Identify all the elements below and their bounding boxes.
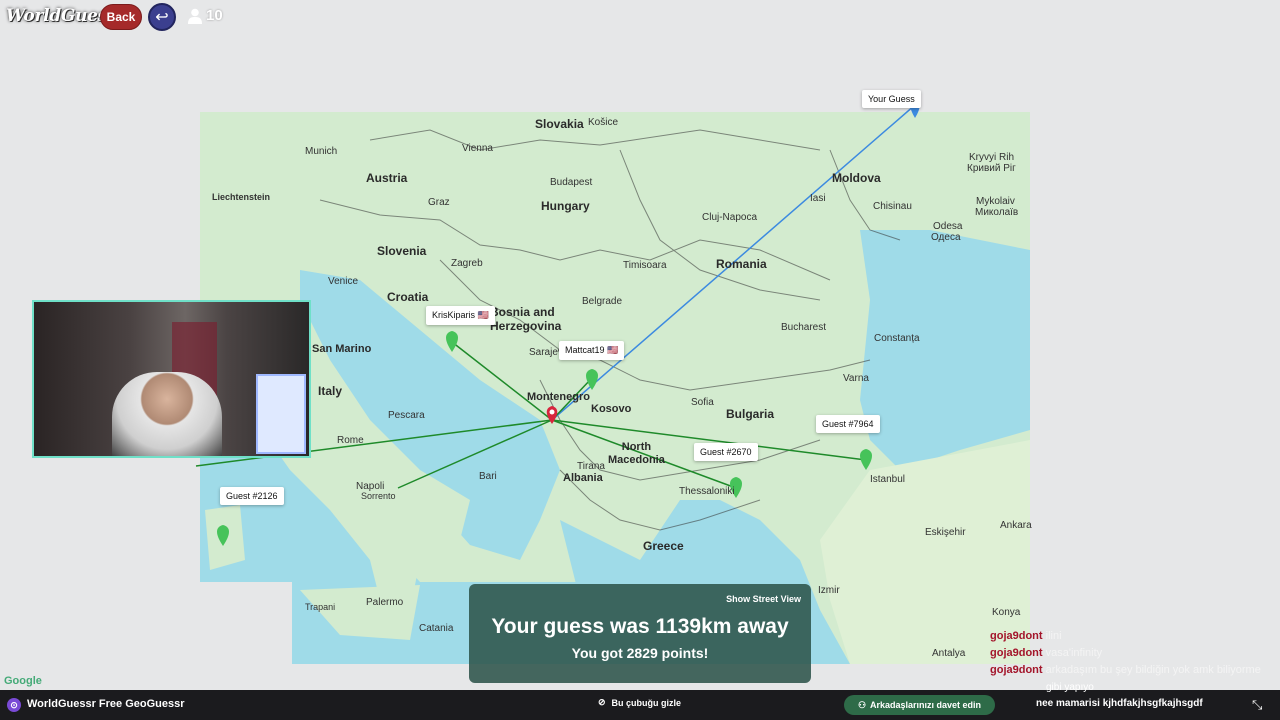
- place-label: Konya: [992, 607, 1021, 618]
- place-label: Izmir: [818, 585, 840, 596]
- place-label: Trapani: [305, 602, 336, 612]
- country-label: Austria: [366, 171, 408, 185]
- place-label: Tirana: [577, 461, 605, 472]
- user-plus-icon: ⚇: [857, 699, 867, 710]
- chat-username: goja9dont: [990, 630, 1043, 642]
- country-label: Bulgaria: [726, 407, 775, 421]
- place-label: Iasi: [810, 193, 826, 204]
- chat-text: arkadaşım bu şey bildiğin yok amk biliyo…: [1045, 664, 1261, 676]
- chat-message: goja9dont vasa'infinity: [990, 647, 1280, 664]
- place-label: Istanbul: [870, 474, 906, 485]
- country-label: San Marino: [312, 343, 372, 355]
- place-label: Thessaloniki: [679, 486, 735, 497]
- chat-overflow-line: nee mamarisi kjhdfakjhsgfkajhsgdf: [1036, 698, 1203, 709]
- guess-tag-mattcat19: Mattcat19 🇺🇸: [559, 341, 625, 360]
- country-label: Slovenia: [377, 244, 427, 258]
- webcam-overlay: [32, 300, 311, 458]
- place-label: Bucharest: [781, 322, 827, 333]
- place-label: Mykolaiv: [976, 196, 1015, 207]
- place-label: Eskişehir: [925, 527, 966, 538]
- invite-label: Arkadaşlarınızı davet edin: [870, 700, 982, 710]
- chat-username: goja9dont: [990, 647, 1043, 659]
- invite-friends-button[interactable]: ⚇ Arkadaşlarınızı davet edin: [844, 695, 995, 715]
- place-label: Chisinau: [873, 201, 912, 212]
- place-label: Миколаїв: [975, 207, 1019, 218]
- player-count-value: 10: [206, 7, 223, 24]
- bottom-title: WorldGuessr Free GeoGuessr: [27, 698, 185, 710]
- place-label: Venice: [328, 276, 359, 287]
- place-label: Одеса: [931, 232, 961, 243]
- app-icon: ⊙: [7, 698, 21, 712]
- webcam-person: [112, 372, 222, 456]
- fullscreen-icon[interactable]: ⤡: [1252, 697, 1262, 713]
- place-label: Constanța: [874, 333, 920, 344]
- chat-text: vasa'infinity: [1045, 647, 1103, 659]
- country-label: Bosnia and Herzegovina: [490, 305, 562, 333]
- hide-bar-label: Bu çubuğu gizle: [611, 697, 682, 708]
- undo-button[interactable]: ↩: [148, 3, 176, 31]
- place-label: Palermo: [366, 597, 404, 608]
- place-label: Cluj-Napoca: [702, 212, 758, 223]
- place-label: Liechtenstein: [212, 192, 271, 202]
- place-label: Zagreb: [451, 258, 483, 269]
- country-label: Romania: [716, 257, 767, 271]
- place-label: Rome: [337, 435, 364, 446]
- country-label: Italy: [318, 384, 343, 398]
- points-text: You got 2829 points!: [571, 645, 709, 661]
- place-label: Antalya: [932, 648, 966, 659]
- place-label: Košice: [588, 117, 619, 128]
- country-label: Montenegro: [527, 391, 590, 403]
- chat-username: goja9dont: [990, 664, 1043, 676]
- user-icon: [188, 8, 202, 24]
- place-label: Budapest: [550, 177, 593, 188]
- your-guess-tag: Your Guess: [862, 90, 921, 108]
- hide-bar-button[interactable]: ⊘ Bu çubuğu gizle: [598, 697, 681, 708]
- chat-message: goja9dont arkadaşım bu şey bildiğin yok …: [990, 664, 1280, 681]
- country-label: Greece: [643, 539, 684, 553]
- guess-tag-guest-2126: Guest #2126: [220, 487, 284, 505]
- country-label: Kosovo: [591, 403, 632, 415]
- result-panel: Show Street View Your guess was 1139km a…: [469, 584, 811, 683]
- country-label: Albania: [563, 472, 603, 484]
- chat-overlay: goja9dont ilini goja9dont vasa'infinity …: [990, 630, 1280, 681]
- place-label: Ankara: [1000, 520, 1032, 531]
- country-label: Slovakia: [535, 117, 584, 131]
- place-label: Odesa: [933, 221, 963, 232]
- show-street-view-button[interactable]: Show Street View: [726, 594, 801, 604]
- place-label: Belgrade: [582, 296, 623, 307]
- country-label: Croatia: [387, 290, 429, 304]
- chat-overflow-line: gibi yapıyo: [1046, 682, 1094, 693]
- back-button[interactable]: Back: [100, 4, 142, 30]
- guess-tag-guest-2670: Guest #2670: [694, 443, 758, 461]
- place-label: Varna: [843, 373, 869, 384]
- player-count: 10: [188, 7, 223, 24]
- guess-tag-kriskiparis: KrisKiparis 🇺🇸: [426, 306, 495, 325]
- bottom-bar: ⊙ WorldGuessr Free GeoGuessr ⊘ Bu çubuğu…: [0, 682, 1280, 720]
- distance-headline: Your guess was 1139km away: [491, 615, 789, 638]
- place-label: Sofia: [691, 397, 714, 408]
- place-label: Sorrento: [361, 491, 396, 501]
- country-label: North Macedonia: [608, 441, 665, 466]
- country-label: Hungary: [541, 199, 590, 213]
- chat-message: goja9dont ilini: [990, 630, 1280, 647]
- place-label: Bari: [479, 471, 497, 482]
- place-label: Munich: [305, 146, 338, 157]
- google-attribution: Google: [4, 675, 42, 687]
- chat-text: ilini: [1045, 630, 1062, 642]
- eye-off-icon: ⊘: [598, 697, 606, 707]
- top-bar: WorldGuessr Back ↩ 10: [0, 0, 1280, 36]
- place-label: Graz: [428, 197, 450, 208]
- place-label: Catania: [419, 623, 454, 634]
- webcam-pc: [256, 374, 306, 454]
- guess-tag-guest-7964: Guest #7964: [816, 415, 880, 433]
- place-label: Pescara: [388, 410, 425, 421]
- place-label: Vienna: [462, 143, 493, 154]
- place-label: Кривий Ріг: [967, 163, 1016, 174]
- place-label: Timisoara: [623, 260, 667, 271]
- place-label: Kryvyi Rih: [969, 152, 1015, 163]
- undo-icon: ↩: [155, 9, 169, 26]
- country-label: Moldova: [832, 171, 881, 185]
